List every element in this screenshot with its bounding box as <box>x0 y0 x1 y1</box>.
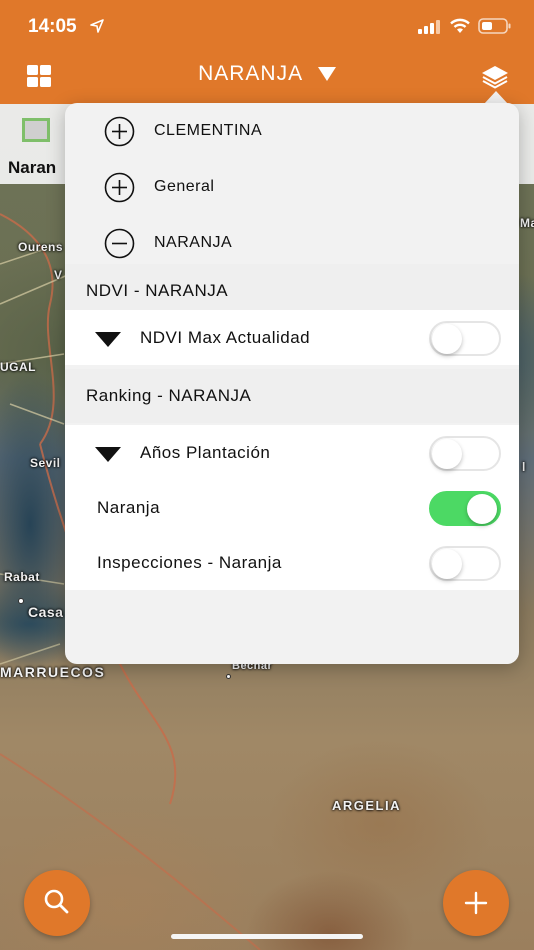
add-button[interactable] <box>443 870 509 936</box>
layer-row-inspecciones[interactable]: Inspecciones - Naranja <box>65 535 519 590</box>
group-row-general[interactable]: General <box>65 159 519 215</box>
map-dot-bechar <box>226 674 231 679</box>
minus-circle-icon[interactable] <box>104 228 135 259</box>
layer-toggle-anos-plantacion[interactable] <box>429 436 501 471</box>
layers-popover: CLEMENTINA General NARANJA NDVI - NARANJ… <box>65 103 519 664</box>
layer-toggle-naranja[interactable] <box>429 491 501 526</box>
group-label: General <box>154 178 215 195</box>
battery-icon <box>478 18 511 34</box>
home-indicator <box>171 934 363 939</box>
plus-circle-icon[interactable] <box>104 116 135 147</box>
map-label-sevilla: Sevil <box>30 456 61 470</box>
group-row-clementina[interactable]: CLEMENTINA <box>65 103 519 159</box>
expand-triangle-icon[interactable] <box>95 447 121 462</box>
toggle-knob <box>432 439 462 469</box>
farm-label: Naran <box>8 158 57 177</box>
layer-row-ndvi-max[interactable]: NDVI Max Actualidad <box>65 310 519 365</box>
map-label-l: l <box>522 460 526 474</box>
cellular-signal-icon <box>418 20 440 34</box>
map-label-casablanca: Casa <box>28 604 64 620</box>
map-label-v: V <box>54 268 63 282</box>
layers-icon[interactable] <box>480 64 510 90</box>
layer-label: NDVI Max Actualidad <box>140 328 311 347</box>
layer-toggle-ndvi-max[interactable] <box>429 321 501 356</box>
layer-label: Naranja <box>97 498 161 517</box>
search-icon <box>44 889 69 914</box>
map-label-rabat: Rabat <box>4 570 40 584</box>
status-time: 14:05 <box>28 16 77 37</box>
layer-row-anos-plantacion[interactable]: Años Plantación <box>65 425 519 480</box>
plus-icon <box>464 891 488 915</box>
farm-selector[interactable]: NARANJA <box>0 62 534 86</box>
map-label-portugal: UGAL <box>0 360 36 374</box>
layer-checkbox[interactable] <box>22 118 50 142</box>
map-label-argelia: ARGELIA <box>332 798 401 813</box>
layer-label: Inspecciones - Naranja <box>97 553 282 572</box>
group-label: CLEMENTINA <box>154 122 263 139</box>
page-title: NARANJA <box>198 62 304 86</box>
toggle-knob <box>467 494 497 524</box>
toggle-knob <box>432 324 462 354</box>
location-arrow-icon <box>90 19 104 33</box>
layer-label: Años Plantación <box>140 443 271 462</box>
expand-triangle-icon[interactable] <box>95 332 121 347</box>
map-dot-rabat <box>18 598 24 604</box>
layer-row-naranja[interactable]: Naranja <box>65 480 519 535</box>
group-row-naranja[interactable]: NARANJA <box>65 215 519 271</box>
caret-down-icon <box>317 67 336 82</box>
map-label-ma: Ma <box>520 216 534 230</box>
map-label-ourense: Ourens <box>18 240 64 254</box>
layer-toggle-inspecciones[interactable] <box>429 546 501 581</box>
group-label: NARANJA <box>154 234 233 251</box>
search-button[interactable] <box>24 870 90 936</box>
toggle-knob <box>432 549 462 579</box>
section-header-ranking: Ranking - NARANJA <box>65 369 519 423</box>
wifi-icon <box>450 18 470 33</box>
map-label-marruecos: MARRUECOS <box>0 664 106 680</box>
plus-circle-icon[interactable] <box>104 172 135 203</box>
top-bar: 14:05 NARANJA <box>0 0 534 104</box>
